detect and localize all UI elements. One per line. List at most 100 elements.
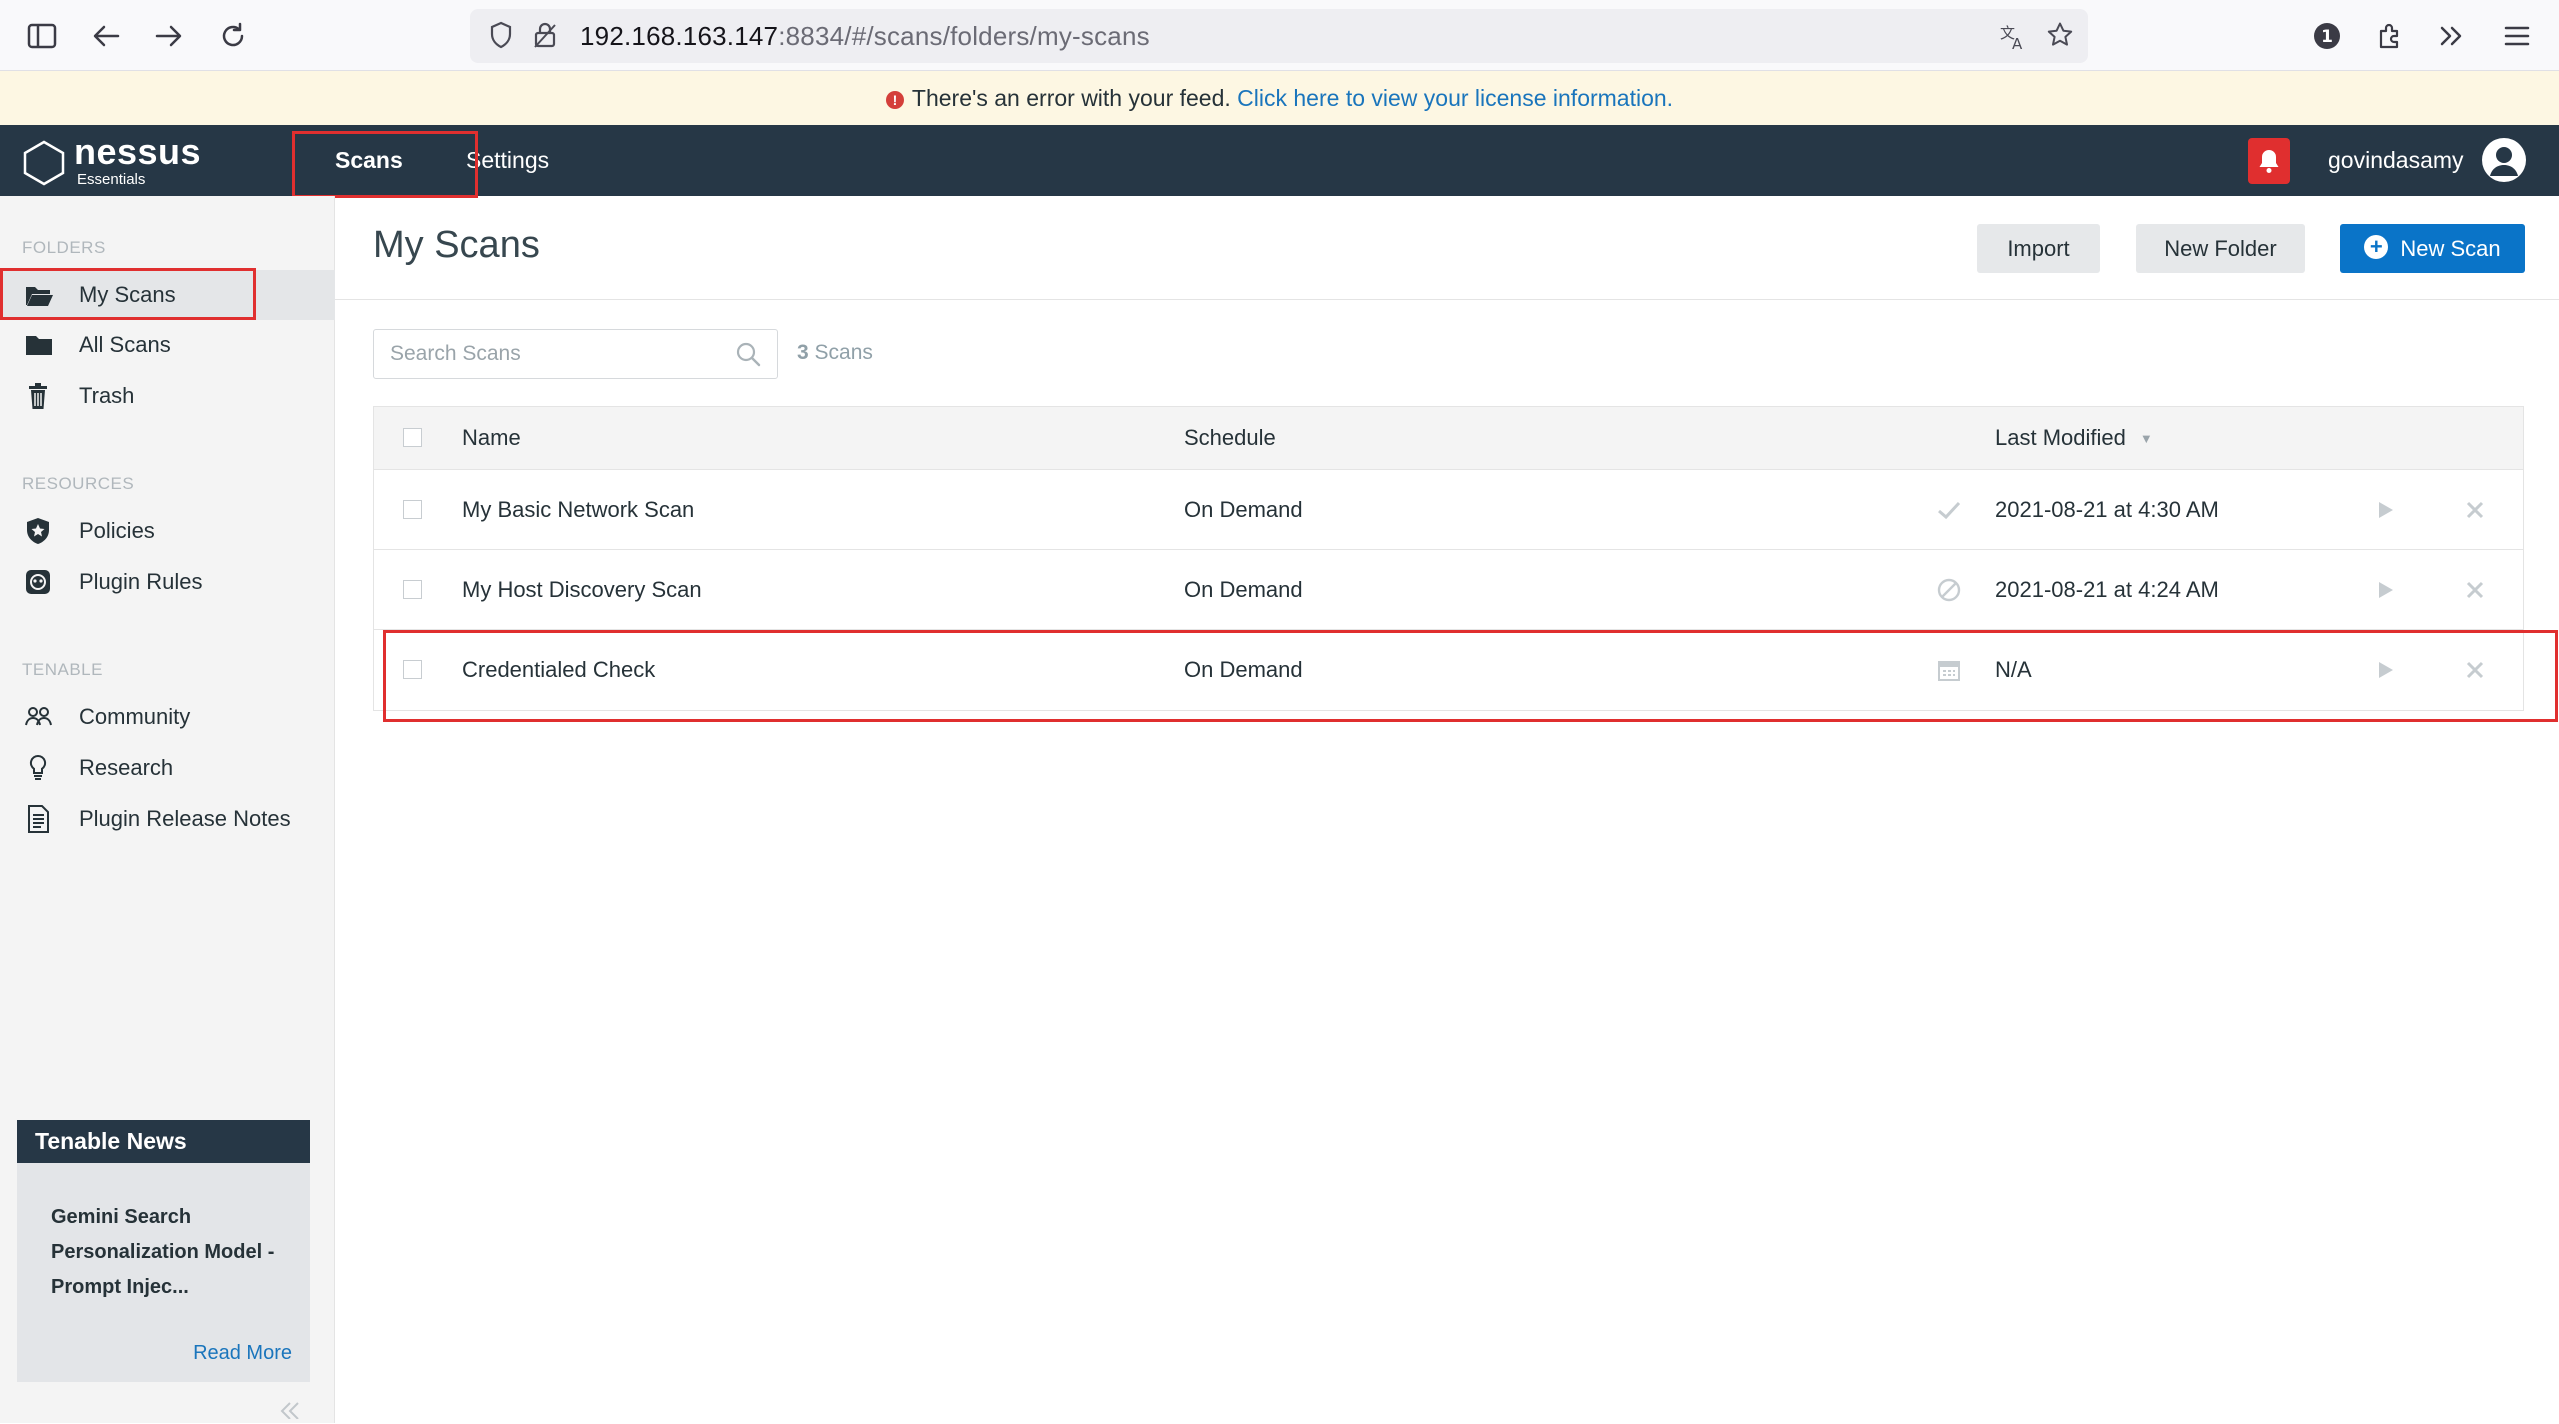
scan-last-modified: 2021-08-21 at 4:24 AM [1995,576,2219,602]
sidebar: FOLDERS My Scans All Scans Trash RESOURC… [0,196,335,1423]
plus-circle-icon: + [2364,235,2389,259]
sidebar-item-research[interactable]: Research [0,743,335,793]
username[interactable]: govindasamy [2328,125,2464,196]
new-folder-button[interactable]: New Folder [2136,224,2305,273]
scan-schedule: On Demand [1184,576,1303,602]
tracking-shield-icon[interactable] [486,21,516,51]
table-header: Name Schedule Last Modified ▼ [374,407,2523,470]
user-avatar-icon[interactable] [2482,138,2526,182]
svg-text:A: A [2012,35,2023,51]
launch-play-icon[interactable] [2371,550,2401,629]
sidebar-item-policies[interactable]: Policies [0,506,335,556]
select-all-checkbox[interactable] [403,428,422,447]
scans-table: Name Schedule Last Modified ▼ My Basic Ne… [373,406,2524,711]
logo-name: nessus [74,131,202,172]
sidebar-item-my-scans[interactable]: My Scans [0,270,335,320]
plugin-rules-icon [26,570,50,594]
tenable-news-widget: Tenable News Gemini Search Personalizati… [17,1120,310,1382]
sidebar-item-trash[interactable]: Trash [0,371,335,421]
read-more-link[interactable]: Read More [193,1342,292,1365]
policy-shield-icon [27,518,49,544]
scan-count: 3 Scans [797,341,873,365]
scan-name[interactable]: Credentialed Check [462,630,655,710]
sort-down-icon: ▼ [2139,430,2153,446]
delete-x-icon[interactable] [2460,630,2490,710]
sidebar-item-label: My Scans [79,282,176,307]
search-input[interactable] [390,330,720,378]
delete-x-icon[interactable] [2460,550,2490,629]
launch-play-icon[interactable] [2371,630,2401,710]
folders-section-label: FOLDERS [22,238,106,257]
bookmark-star-icon[interactable] [2044,21,2076,53]
sidebar-toggle-icon[interactable] [22,16,62,56]
translate-icon[interactable]: 文A [1998,21,2030,53]
scan-schedule: On Demand [1184,657,1303,682]
completed-check-icon [1934,470,1964,549]
lightbulb-icon [29,754,47,780]
tab-settings[interactable]: Settings [466,125,549,196]
new-scan-button[interactable]: + New Scan [2340,224,2525,273]
extensions-icon[interactable] [2370,16,2410,56]
address-bar[interactable]: 192.168.163.147:8834/#/scans/folders/my-… [470,9,2088,63]
resources-section-label: RESOURCES [22,474,135,493]
notifications-bell-icon[interactable] [2248,138,2290,184]
folder-open-icon [26,287,53,306]
row-checkbox[interactable] [403,660,422,679]
row-checkbox[interactable] [403,499,422,519]
column-schedule[interactable]: Schedule [1184,407,1276,469]
header-divider [335,299,2559,300]
tenable-section-label: TENABLE [22,660,103,679]
sidebar-item-label: Community [79,704,191,729]
sidebar-item-all-scans[interactable]: All Scans [0,320,335,370]
import-button[interactable]: Import [1977,224,2100,273]
scan-schedule: On Demand [1184,496,1303,522]
reload-icon[interactable] [213,16,253,56]
menu-icon[interactable] [2497,16,2537,56]
row-checkbox[interactable] [403,579,422,599]
logo-subtitle: Essentials [77,171,146,188]
back-icon[interactable] [86,16,126,56]
column-last-modified[interactable]: Last Modified ▼ [1995,407,2153,469]
document-icon [28,805,49,833]
search-icon[interactable] [735,341,761,367]
launch-play-icon[interactable] [2371,470,2401,549]
table-row[interactable]: Credentialed Check On Demand N/A [374,630,2523,710]
scan-name[interactable]: My Basic Network Scan [462,470,694,549]
sidebar-item-plugin-rules[interactable]: Plugin Rules [0,557,335,607]
scan-count-number: 3 [797,341,809,364]
sidebar-item-label: Policies [79,518,155,543]
column-last-modified-label: Last Modified [1995,425,2126,450]
banner-message: There's an error with your feed. [911,85,1231,111]
news-title[interactable]: Gemini Search Personalization Model - Pr… [51,1200,291,1305]
hexagon-logo-icon [23,140,65,186]
password-manager-icon[interactable]: 1 [2307,16,2347,56]
scan-count-label: Scans [814,341,873,364]
url-path: :8834/#/scans/folders/my-scans [778,21,1150,51]
scan-last-modified: N/A [1995,657,2032,682]
scan-name[interactable]: My Host Discovery Scan [462,550,702,629]
sidebar-item-community[interactable]: Community [0,692,335,742]
search-box[interactable] [373,329,778,379]
community-users-icon [25,707,52,726]
new-scan-label: New Scan [2400,236,2501,261]
nessus-logo[interactable]: nessus Essentials [20,131,201,189]
forward-icon[interactable] [149,16,189,56]
error-icon: ! [885,91,904,109]
table-row[interactable]: My Basic Network Scan On Demand 2021-08-… [374,470,2523,550]
license-info-link[interactable]: Click here to view your license informat… [1237,85,1673,111]
sidebar-item-label: Trash [79,383,135,408]
scan-last-modified: 2021-08-21 at 4:30 AM [1995,496,2219,522]
sidebar-item-plugin-release-notes[interactable]: Plugin Release Notes [0,794,335,844]
sidebar-item-label: All Scans [79,332,171,357]
feed-error-banner: ! There's an error with your feed. Click … [0,71,2559,125]
overflow-chevrons-icon[interactable] [2432,16,2472,56]
column-name[interactable]: Name [462,407,521,469]
delete-x-icon[interactable] [2460,470,2490,549]
collapse-sidebar-icon[interactable] [278,1401,300,1424]
table-row[interactable]: My Host Discovery Scan On Demand 2021-08… [374,550,2523,630]
url-text[interactable]: 192.168.163.147:8834/#/scans/folders/my-… [580,21,1150,52]
insecure-lock-icon[interactable] [530,21,560,51]
trash-icon [29,383,47,409]
url-host: 192.168.163.147 [580,21,779,51]
scans-tab-highlight [292,131,478,198]
